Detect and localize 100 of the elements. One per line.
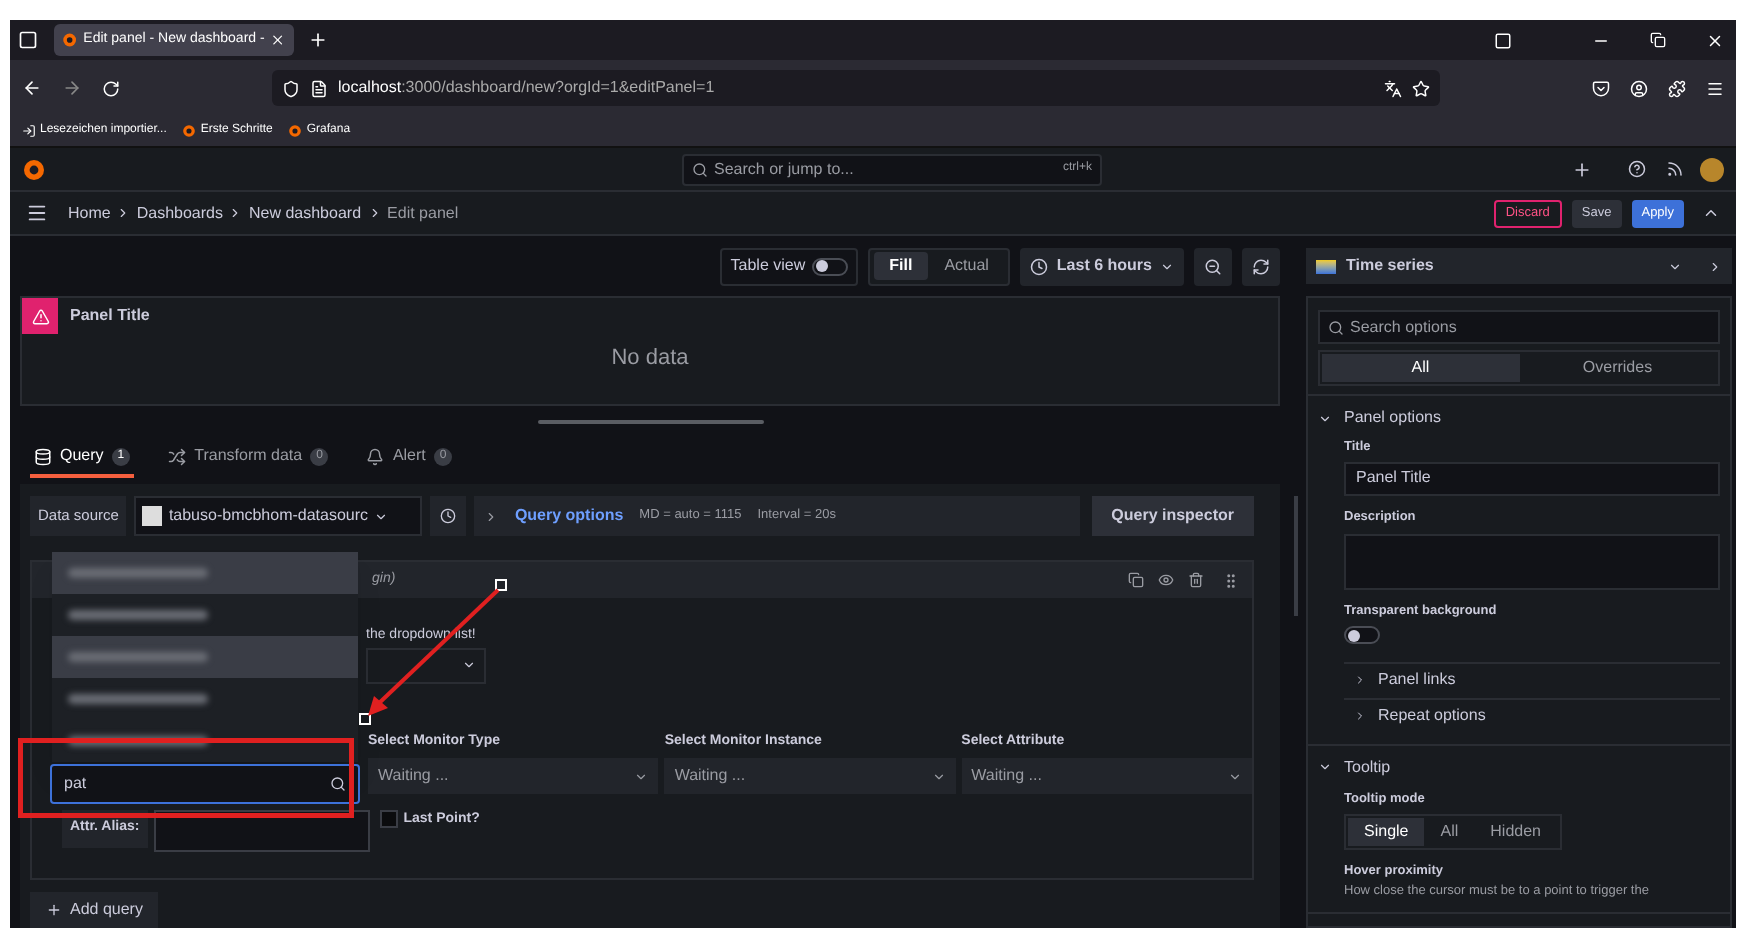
bookmark-favicon xyxy=(182,124,197,138)
subsection-header[interactable]: Repeat options xyxy=(1344,697,1720,733)
chevron-icon xyxy=(228,206,243,220)
extensions-icon[interactable] xyxy=(1668,79,1686,97)
forward-icon[interactable] xyxy=(62,78,82,98)
section-header[interactable]: Tooltip xyxy=(1318,755,1391,779)
breadcrumb-link[interactable]: Dashboards xyxy=(136,201,223,225)
select-field[interactable]: Waiting ... xyxy=(664,758,956,794)
select-field[interactable] xyxy=(366,647,486,683)
mode-option[interactable]: Fill xyxy=(873,252,929,280)
time-series-icon xyxy=(1316,259,1336,273)
drag-handle-icon[interactable] xyxy=(1222,571,1240,589)
options-tab[interactable]: Overrides xyxy=(1519,354,1716,382)
eye-icon[interactable] xyxy=(1158,572,1174,588)
dropdown-option[interactable] xyxy=(52,678,358,720)
toggle-switch[interactable] xyxy=(811,257,848,275)
tooltip-mode-option[interactable]: All xyxy=(1424,818,1475,847)
select-field[interactable]: Waiting ... xyxy=(961,758,1252,794)
select-field[interactable]: Waiting ... xyxy=(368,758,659,794)
table-view-label: Table view xyxy=(730,254,806,278)
bell-icon xyxy=(366,447,385,465)
visualization-picker[interactable]: Time series xyxy=(1306,248,1732,284)
tooltip-mode-option[interactable]: Single xyxy=(1348,818,1425,847)
star-icon[interactable] xyxy=(1412,79,1430,97)
chevron-icon xyxy=(1318,411,1332,425)
toggle-switch[interactable] xyxy=(1344,626,1380,645)
breadcrumb-link[interactable]: Home xyxy=(68,201,111,225)
avatar[interactable] xyxy=(1700,157,1724,181)
query-inspector-button[interactable]: Query inspector xyxy=(1091,496,1254,536)
query-options-link[interactable]: Query options xyxy=(514,504,624,528)
mode-option[interactable]: Actual xyxy=(928,252,1005,280)
caret-icon xyxy=(374,509,389,523)
chevron-icon[interactable] xyxy=(1708,259,1722,273)
restore-icon[interactable] xyxy=(1650,32,1666,48)
section-header[interactable]: Panel options xyxy=(1318,406,1441,430)
history-button[interactable] xyxy=(430,496,467,536)
no-data-message: No data xyxy=(611,344,689,374)
page-icon xyxy=(310,79,328,97)
chevron-icon xyxy=(484,509,499,523)
translate-icon[interactable] xyxy=(1384,79,1402,97)
tab-overview-icon[interactable] xyxy=(18,30,38,50)
refresh-button[interactable] xyxy=(1242,247,1280,285)
reload-icon[interactable] xyxy=(102,79,120,97)
dropdown-option[interactable] xyxy=(52,594,358,636)
search-input[interactable]: pat xyxy=(50,764,360,804)
url-text: localhost:3000/dashboard/new?orgId=1&editPanel=1 xyxy=(338,76,717,100)
close-icon[interactable] xyxy=(1706,31,1724,49)
panel-title: Panel Title xyxy=(70,304,150,328)
add-icon[interactable] xyxy=(1572,159,1592,179)
duplicate-icon[interactable] xyxy=(1128,572,1144,588)
time-range-picker[interactable]: Last 6 hours xyxy=(1020,247,1184,285)
menu-icon[interactable] xyxy=(26,202,48,224)
new-tab-icon[interactable] xyxy=(308,30,328,50)
blurred-text xyxy=(68,610,208,620)
breadcrumb-link[interactable]: New dashboard xyxy=(248,201,362,225)
last-point-checkbox[interactable] xyxy=(379,810,398,828)
close-icon[interactable] xyxy=(270,32,286,48)
caret-icon xyxy=(1160,259,1174,273)
address-bar[interactable]: localhost:3000/dashboard/new?orgId=1&editPanel=1 xyxy=(272,70,1440,106)
chevron-icon xyxy=(116,206,131,220)
back-icon[interactable] xyxy=(22,78,42,98)
account-icon[interactable] xyxy=(1630,79,1648,97)
zoom-out-icon xyxy=(1204,257,1222,275)
search-options-field[interactable]: Search options xyxy=(1318,310,1720,344)
alias-input[interactable] xyxy=(153,810,370,852)
pocket-icon[interactable] xyxy=(1592,79,1610,97)
collapse-icon[interactable] xyxy=(1702,204,1720,222)
chevron-icon xyxy=(1318,760,1332,774)
tooltip-mode-option[interactable]: Hidden xyxy=(1474,818,1557,847)
blurred-text xyxy=(68,694,208,704)
caret-icon xyxy=(462,658,476,672)
zoom-out-button[interactable] xyxy=(1194,247,1232,285)
search-icon xyxy=(1328,319,1344,335)
bookmark-favicon xyxy=(288,124,303,138)
datasource-logo-icon xyxy=(142,506,163,526)
database-icon xyxy=(34,447,52,465)
help-icon[interactable] xyxy=(1628,160,1646,178)
resize-handle[interactable] xyxy=(537,420,763,424)
import-icon xyxy=(22,124,36,138)
title-input[interactable]: Panel Title xyxy=(1344,461,1720,496)
trash-icon[interactable] xyxy=(1188,572,1204,588)
grafana-logo xyxy=(62,32,78,48)
table-view-toggle[interactable]: Table view xyxy=(720,247,858,285)
shield-icon xyxy=(282,79,300,97)
data-source-picker[interactable]: tabuso-bmcbhom-datasourc xyxy=(134,496,423,536)
menu-icon[interactable] xyxy=(1706,79,1724,97)
blurred-text xyxy=(68,652,208,662)
plus-icon xyxy=(46,902,62,918)
search-icon xyxy=(692,161,708,177)
add-query-button[interactable]: Add query xyxy=(30,892,159,928)
window-icon[interactable] xyxy=(1494,31,1512,49)
scrollbar[interactable] xyxy=(1293,496,1297,616)
options-tab[interactable]: All xyxy=(1322,354,1519,382)
chevron-icon xyxy=(367,206,382,220)
refresh-icon xyxy=(1252,257,1270,275)
news-icon[interactable] xyxy=(1666,160,1684,178)
caret-icon xyxy=(931,769,946,783)
grafana-logo xyxy=(22,157,46,181)
clock-icon xyxy=(1030,257,1049,275)
subsection-header[interactable]: Panel links xyxy=(1344,661,1720,697)
